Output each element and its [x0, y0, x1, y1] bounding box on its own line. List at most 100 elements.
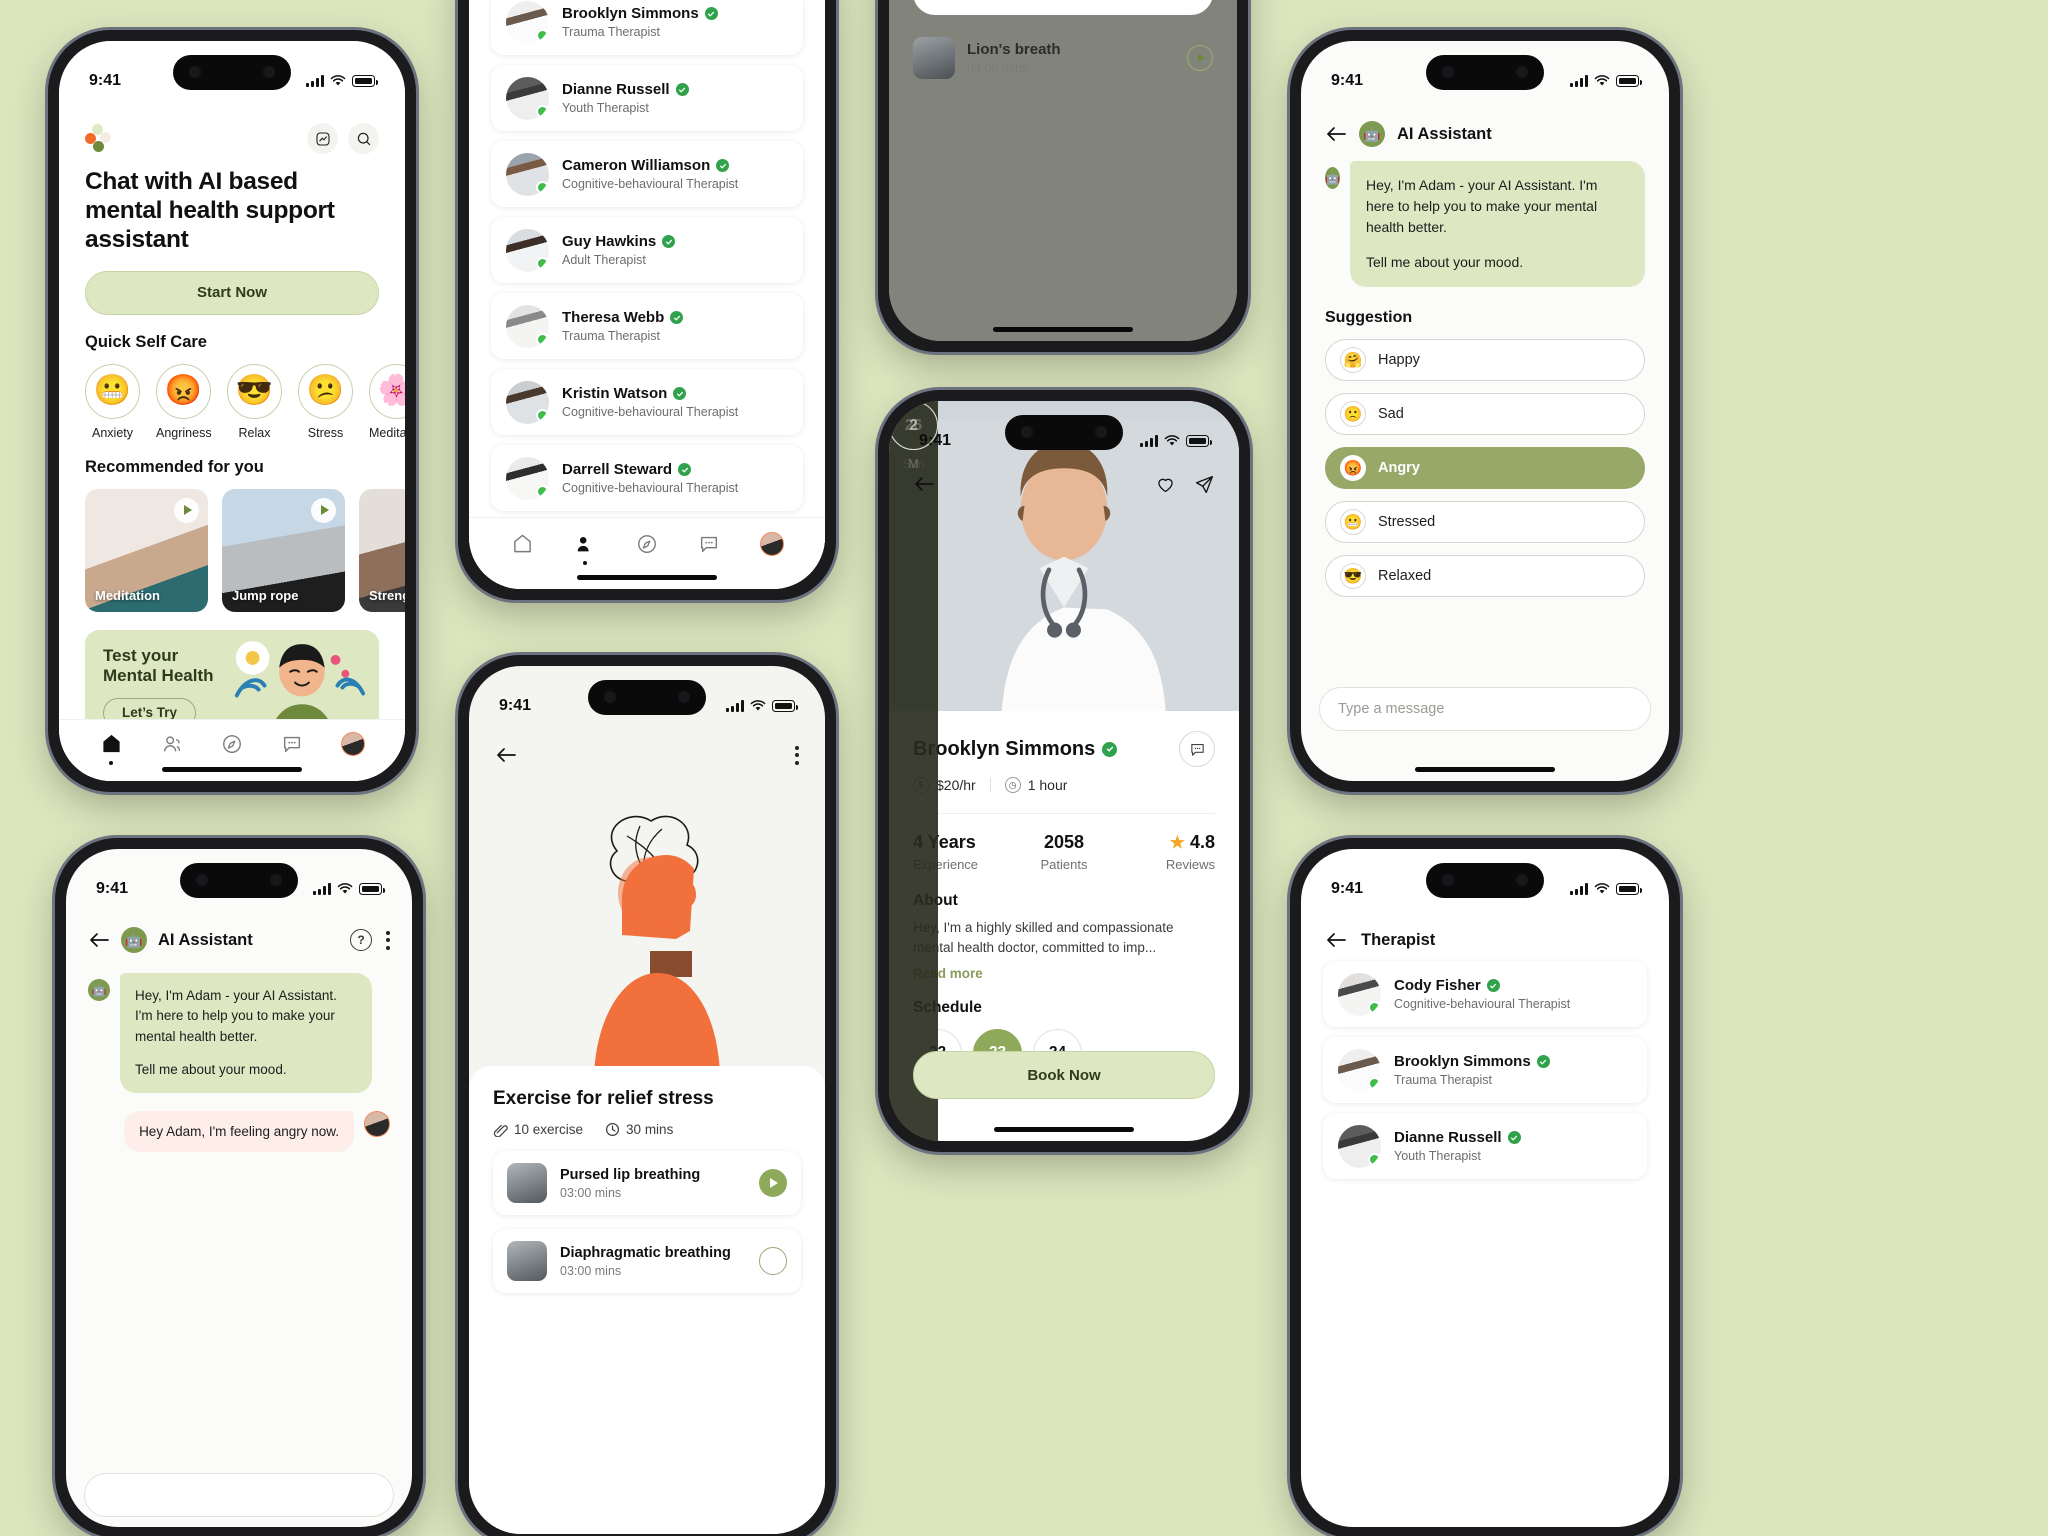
recommended-card[interactable]: Strength: [359, 488, 405, 612]
schedule-heading: Schedule: [913, 998, 982, 1016]
happy-emoji-icon: 🤗: [1340, 347, 1366, 373]
status-time: 9:41: [499, 697, 532, 714]
read-more-link[interactable]: Read more: [913, 966, 1215, 981]
recommended-list[interactable]: Meditation Jump rope Strength: [59, 477, 405, 612]
back-icon[interactable]: [88, 929, 110, 951]
table-row[interactable]: Dianne Russell Youth Therapist: [491, 65, 803, 131]
status-time: 9:41: [1331, 880, 1364, 897]
table-row[interactable]: Dianne Russell Youth Therapist: [1323, 1113, 1647, 1179]
more-options-icon[interactable]: [795, 745, 799, 765]
heart-icon[interactable]: [1155, 474, 1176, 495]
message-input[interactable]: Type a message: [1319, 687, 1651, 731]
book-now-button[interactable]: Book Now: [913, 1051, 1215, 1099]
suggestion-label: Angry: [1378, 460, 1420, 476]
table-row[interactable]: Cameron Williamson Cognitive-behavioural…: [491, 141, 803, 207]
therapist-name: Dianne Russell: [562, 81, 670, 98]
recommended-caption: Meditation: [95, 587, 160, 603]
play-icon[interactable]: [311, 497, 336, 523]
table-row[interactable]: Cody Fisher Cognitive-behavioural Therap…: [1323, 961, 1647, 1027]
signal-icon: [1570, 883, 1588, 895]
back-icon[interactable]: [913, 473, 935, 495]
list-item[interactable]: Diaphragmatic breathing 03:00 mins: [493, 1229, 801, 1293]
day-option[interactable]: 2M: [889, 401, 938, 1141]
status-time: 9:41: [96, 880, 129, 897]
back-icon[interactable]: [495, 744, 517, 766]
mood-item[interactable]: 😕 Stress: [298, 363, 353, 440]
mood-emoji-icon: 😡: [156, 363, 211, 419]
message-input[interactable]: [84, 1473, 394, 1517]
phone-therapist-list: Cognitive-behavioural Therapist Brooklyn…: [458, 0, 836, 600]
suggestion-happy[interactable]: 🤗 Happy: [1325, 339, 1645, 381]
doctor-session: ◷ 1 hour: [1004, 777, 1067, 793]
tab-explore[interactable]: [219, 731, 244, 756]
tab-profile[interactable]: [340, 731, 365, 756]
therapist-name: Dianne Russell: [1394, 1129, 1502, 1146]
play-icon[interactable]: [174, 497, 199, 523]
therapist-role: Trauma Therapist: [562, 25, 660, 39]
signal-icon: [306, 75, 324, 87]
status-time: 9:41: [919, 432, 952, 449]
home-indicator: [162, 767, 302, 772]
play-icon[interactable]: [759, 1169, 787, 1197]
tab-profile[interactable]: [759, 531, 784, 556]
insights-icon[interactable]: [307, 123, 338, 154]
table-row[interactable]: Kristin Watson Cognitive-behavioural The…: [491, 369, 803, 435]
mood-list[interactable]: 😬 Anxiety 😡 Angriness 😎 Relax 😕 Stress 🌸: [59, 352, 405, 440]
recommended-caption: Jump rope: [232, 587, 299, 603]
help-icon[interactable]: ?: [350, 929, 372, 951]
message-doctor-button[interactable]: [1179, 731, 1215, 767]
more-options-icon[interactable]: [386, 930, 390, 950]
tab-home[interactable]: [510, 531, 535, 556]
tab-therapists[interactable]: [572, 531, 597, 556]
therapist-name: Cody Fisher: [1394, 977, 1481, 994]
recommended-card[interactable]: Jump rope: [222, 488, 345, 612]
angry-emoji-icon: 😡: [1340, 455, 1366, 481]
suggestion-label: Sad: [1378, 406, 1404, 422]
battery-icon: [1616, 75, 1642, 87]
avatar: [506, 380, 549, 424]
verified-icon: [716, 159, 730, 172]
suggestion-angry[interactable]: 😡 Angry: [1325, 447, 1645, 489]
play-icon[interactable]: [1187, 45, 1213, 71]
recommended-card[interactable]: Meditation: [85, 488, 208, 612]
table-row[interactable]: Guy Hawkins Adult Therapist: [491, 217, 803, 283]
start-now-button[interactable]: Start Now: [85, 270, 379, 315]
list-item[interactable]: Lion's breath 03:00 mins: [913, 25, 1213, 91]
mood-item[interactable]: 😎 Relax: [227, 363, 282, 440]
suggestion-stressed[interactable]: 😬 Stressed: [1325, 501, 1645, 543]
verified-icon: [1507, 1131, 1521, 1144]
therapist-list[interactable]: Cognitive-behavioural Therapist Brooklyn…: [469, 0, 825, 511]
suggestion-sad[interactable]: 🙁 Sad: [1325, 393, 1645, 435]
back-icon[interactable]: [1325, 123, 1347, 145]
mood-item[interactable]: 😡 Angriness: [156, 363, 212, 440]
user-message-bubble: Hey Adam, I'm feeling angry now.: [124, 1111, 354, 1152]
mood-item[interactable]: 🌸 Meditation: [369, 363, 405, 440]
verified-icon: [662, 235, 676, 248]
tab-explore[interactable]: [634, 531, 659, 556]
chat-header: 🤖 AI Assistant ?: [66, 911, 412, 965]
tab-home[interactable]: [99, 731, 124, 756]
table-row[interactable]: Theresa Webb Trauma Therapist: [491, 293, 803, 359]
table-row[interactable]: Brooklyn Simmons Trauma Therapist: [491, 0, 803, 55]
mood-emoji-icon: 😕: [298, 363, 353, 419]
exercise-thumbnail: [507, 1241, 547, 1281]
mood-label: Anxiety: [92, 425, 133, 440]
table-row[interactable]: Brooklyn Simmons Trauma Therapist: [1323, 1037, 1647, 1103]
search-icon[interactable]: [348, 123, 379, 154]
tab-chat[interactable]: [697, 531, 722, 556]
table-row[interactable]: Darrell Steward Cognitive-behavioural Th…: [491, 445, 803, 511]
exercise-screen: 9:41 Exercise for relief stress 10 exerc…: [469, 666, 825, 1534]
suggestion-relaxed[interactable]: 😎 Relaxed: [1325, 555, 1645, 597]
share-icon[interactable]: [1194, 474, 1215, 495]
tab-therapists[interactable]: [159, 731, 184, 756]
list-item[interactable]: Pursed lip breathing 03:00 mins: [493, 1151, 801, 1215]
phone-home: 9:41 Chat with AI based mental health su…: [48, 30, 416, 792]
home-indicator: [577, 575, 717, 580]
therapist-list[interactable]: Cody Fisher Cognitive-behavioural Therap…: [1301, 961, 1669, 1179]
tab-chat[interactable]: [280, 731, 305, 756]
play-icon[interactable]: [759, 1247, 787, 1275]
about-text: Hey, I'm a highly skilled and compassion…: [913, 920, 1174, 956]
online-badge: [536, 28, 549, 42]
back-icon[interactable]: [1325, 929, 1347, 951]
mood-item[interactable]: 😬 Anxiety: [85, 363, 140, 440]
